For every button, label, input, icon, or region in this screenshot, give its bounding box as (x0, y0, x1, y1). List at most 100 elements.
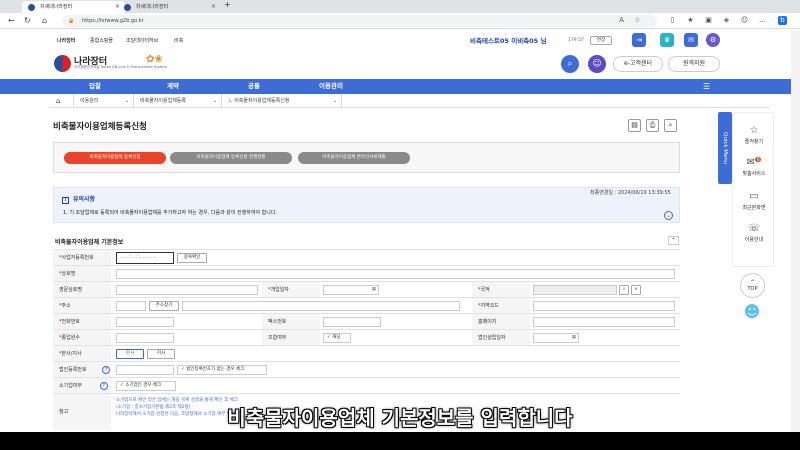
phone-input[interactable] (116, 317, 174, 327)
split-screen-icon[interactable]: ▯ (668, 16, 677, 25)
read-aloud-icon[interactable]: A (617, 16, 626, 25)
browser-tab-1[interactable]: 지세대나라장터 × (22, 1, 125, 13)
dup-check-button[interactable]: 중복확인 (177, 253, 207, 263)
user-menu-icon[interactable]: ☺ (588, 55, 606, 73)
url-input[interactable]: 🔒 https://tstwww.g2b.go.kr (62, 15, 657, 27)
new-tab-icon[interactable]: + (224, 0, 231, 9)
favorites-icon[interactable]: ★ (686, 16, 695, 25)
notification-icon[interactable]: ✉ (684, 33, 698, 47)
breadcrumb-item-2[interactable]: 비축물자이용업체등록 ⌄ (134, 94, 222, 108)
nav-bid[interactable]: 입찰 (89, 79, 101, 94)
profile-icon[interactable]: ☺ (740, 16, 749, 25)
label-employees: *종업원수 (53, 330, 111, 346)
mypage-icon[interactable]: ♛ (660, 33, 674, 47)
corp-date-input[interactable]: ▦ (533, 333, 579, 343)
help-icon[interactable]: ? (102, 366, 111, 374)
letterbox-bar (0, 432, 800, 450)
company-input[interactable] (116, 269, 675, 279)
homepage-input[interactable] (533, 317, 675, 327)
nav-contract[interactable]: 계약 (167, 79, 179, 94)
row-address: *주소 주소찾기 *지역코드 (53, 297, 680, 314)
calendar-icon[interactable]: ▦ (572, 334, 576, 342)
logout-icon[interactable]: ⇥ (632, 33, 646, 47)
quick-guide[interactable]: ☏ 이용안내 (733, 223, 775, 243)
hq-option-button[interactable]: 본사 (116, 349, 144, 359)
country-input[interactable] (533, 285, 617, 295)
help-icon[interactable]: ? (99, 382, 108, 390)
copilot-icon[interactable]: b (778, 16, 787, 25)
collapse-icon[interactable]: ⌄ (664, 211, 673, 220)
print-icon[interactable]: ⎙ (646, 119, 659, 132)
settings-icon[interactable]: ⚙ (706, 33, 720, 47)
back-icon[interactable]: ← (8, 15, 15, 27)
extend-session-button[interactable]: 연장 (590, 36, 612, 45)
clear-icon[interactable]: × (631, 285, 641, 295)
customer-center-button[interactable]: e-고객센터 (613, 56, 663, 72)
quick-custom[interactable]: ✉ 0 맞춤서비스 (733, 157, 775, 177)
favorite-icon[interactable]: ☆ (633, 16, 642, 25)
quick-menu-label: Quick Menu (722, 131, 728, 165)
row-small: 소기업여부 ? ✓ 소기업인 경우 체크 (53, 377, 680, 394)
menu-icon[interactable]: ☰ (703, 79, 710, 94)
company-en-input[interactable] (116, 285, 258, 295)
row-company-en: 영문상호명 *개업일자 ▦ *국적 ⌕ × (53, 281, 680, 298)
nav-common[interactable]: 공통 (248, 79, 260, 94)
util-link-stockpile[interactable]: 비축 (174, 37, 183, 44)
section-collapse-icon[interactable]: ⌃ (668, 236, 679, 245)
refresh-icon[interactable]: ↻ (24, 15, 31, 27)
corp-no-input[interactable] (116, 365, 174, 375)
row-phone: *전화번호 팩스번호 홈페이지 (53, 313, 680, 330)
utility-bar: 나라장터 종합쇼핑몰 조달데이터허브 비축 (0, 29, 800, 51)
quick-favorites[interactable]: ☆ 즐겨찾기 (733, 125, 775, 145)
remote-support-button[interactable]: 원격지원 (668, 56, 720, 72)
address-search-button[interactable]: 주소찾기 (149, 301, 179, 311)
step-3: 비축물자이용업체 온라인서류제출 (298, 152, 410, 164)
address-detail-input[interactable] (182, 301, 460, 311)
calendar-icon[interactable]: ▦ (372, 286, 376, 294)
collections-icon[interactable]: ▣ (704, 16, 713, 25)
close-icon[interactable]: × (211, 1, 216, 13)
util-link-nara[interactable]: 나라장터 (57, 37, 75, 44)
browser-tab-2[interactable]: 차세대나라장터 × (118, 1, 221, 13)
open-date-input[interactable]: ▦ (323, 285, 379, 295)
no-corp-checkbox[interactable]: ✓ 법인등록번호가 없는 경우 체크 (177, 365, 267, 375)
quick-label: 즐겨찾기 (744, 139, 764, 145)
label-country: *국적 (472, 282, 530, 298)
breadcrumb-item-3[interactable]: ㄴ 비축물자이용업체등록신청 ⌄ (222, 94, 342, 108)
main-nav: 입찰 계약 공통 이용관리 ☰ (0, 79, 800, 94)
zip-input[interactable] (116, 301, 146, 311)
search-icon[interactable]: ⌕ (561, 55, 579, 73)
branch-option-button[interactable]: 지사 (147, 349, 175, 359)
url-text: https://tstwww.g2b.go.kr (82, 18, 144, 24)
home-icon[interactable]: ⌂ (50, 94, 74, 108)
badge: 0 (754, 157, 762, 162)
fax-input[interactable] (323, 317, 381, 327)
util-link-datahub[interactable]: 조달데이터허브 (126, 37, 158, 44)
util-link-shopping[interactable]: 종합쇼핑몰 (90, 37, 113, 44)
union-checkbox[interactable]: ✓ 해당 (323, 333, 351, 343)
logo-icon (54, 55, 71, 72)
label-hq: *본사/지사 (53, 346, 111, 362)
search-icon[interactable]: ⌕ (619, 285, 629, 295)
shield-icon[interactable]: ◈ (722, 16, 731, 25)
row-hq: *본사/지사 본사 지사 (53, 345, 680, 362)
manual-icon[interactable]: ▤ (628, 119, 641, 132)
scrollbar[interactable] (791, 30, 800, 432)
chatbot-icon[interactable]: ☻ (738, 302, 766, 326)
label-text: 본사/지사 (61, 351, 82, 357)
lock-icon: 🔒 (68, 18, 75, 24)
biz-no-input[interactable]: _ _ _-_ _-_ _ _ _ _ (116, 252, 174, 264)
zoom-icon[interactable]: ⌕ (664, 119, 677, 132)
small-checkbox[interactable]: ✓ 소기업인 경우 체크 (116, 381, 176, 391)
breadcrumb-item-1[interactable]: 이용관리 ⌄ (74, 94, 134, 108)
home-icon[interactable]: ⌂ (42, 15, 47, 27)
session-timer: 179:57 (568, 38, 584, 43)
area-code-input[interactable] (533, 301, 675, 311)
nav-usage[interactable]: 이용관리 (319, 79, 343, 94)
quick-recent[interactable]: ▭ 최근본화면 (733, 191, 775, 211)
top-button[interactable]: ⌃ TOP (740, 273, 765, 298)
more-icon[interactable]: … (758, 16, 767, 25)
employees-input[interactable] (116, 333, 174, 343)
chevron-down-icon: ⌄ (124, 98, 129, 104)
site-favicon-icon (28, 4, 35, 11)
